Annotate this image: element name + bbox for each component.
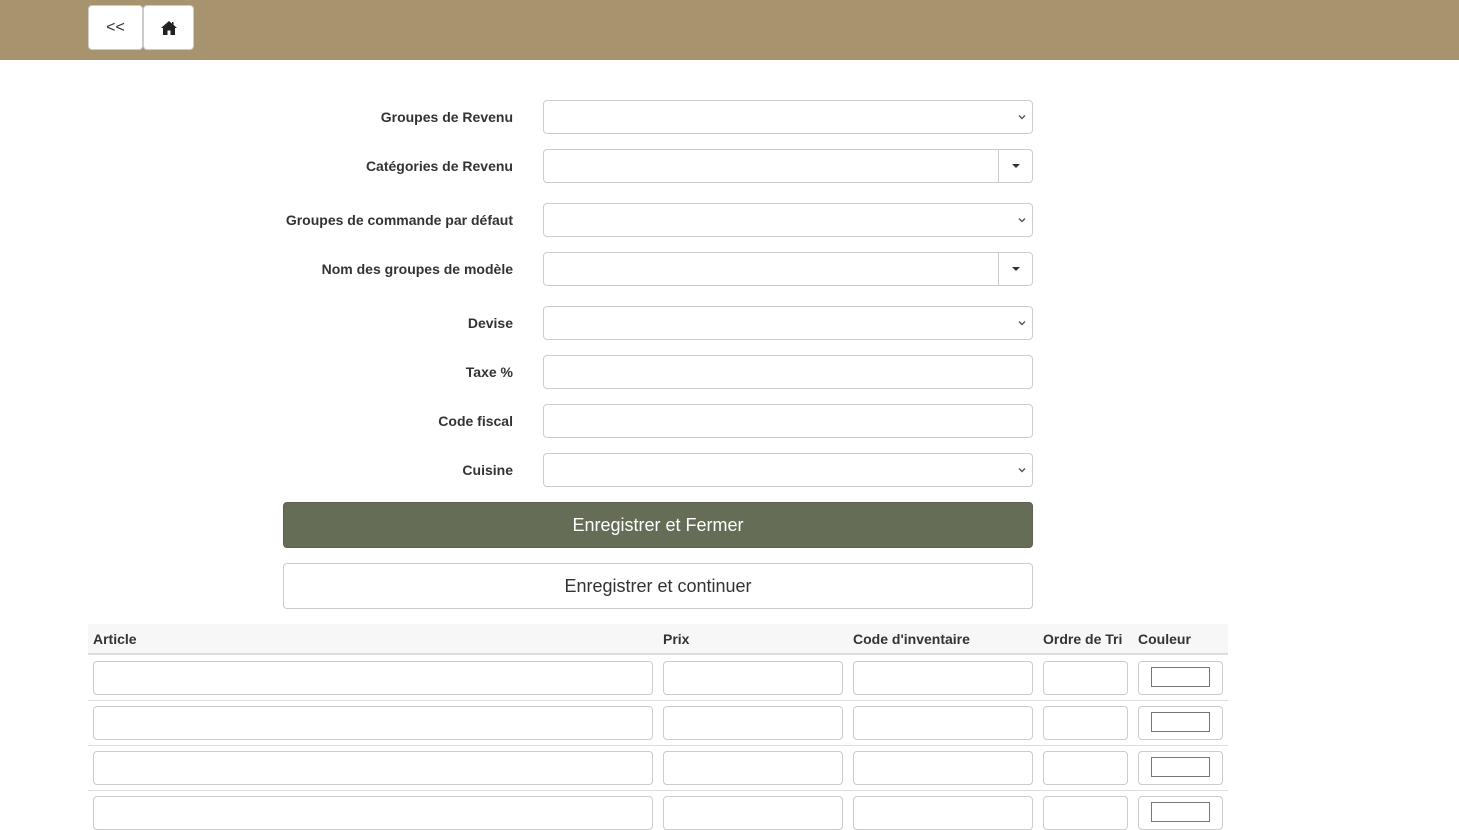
table-row [88, 746, 1228, 791]
field-label: Groupes de commande par défaut [285, 212, 513, 228]
code-inventaire-input[interactable] [853, 796, 1033, 830]
home-icon [160, 20, 177, 35]
table-row [88, 791, 1228, 830]
form-row-code-fiscal: Code fiscal [0, 404, 1459, 438]
prix-input[interactable] [663, 751, 843, 785]
color-swatch [1151, 802, 1210, 822]
color-picker[interactable] [1138, 796, 1223, 830]
column-header-ordre-tri: Ordre de Tri [1043, 631, 1123, 647]
field-label: Catégories de Revenu [365, 158, 513, 174]
field-label: Devise [467, 315, 513, 331]
ordre-tri-input[interactable] [1043, 661, 1128, 695]
save-and-continue-button[interactable]: Enregistrer et continuer [283, 563, 1033, 609]
table-row [88, 701, 1228, 746]
field-label: Cuisine [462, 462, 513, 478]
top-header-bar [0, 0, 1459, 60]
article-input[interactable] [93, 751, 653, 785]
nom-groupes-modele-dropdown[interactable] [543, 252, 1033, 286]
chevron-down-icon [1018, 115, 1026, 120]
form-row-groupes-revenu: Groupes de Revenu [0, 100, 1459, 134]
column-header-couleur: Couleur [1138, 631, 1191, 647]
chevron-down-icon [1018, 218, 1026, 223]
code-inventaire-input[interactable] [853, 706, 1033, 740]
table-row [88, 656, 1228, 701]
article-input[interactable] [93, 706, 653, 740]
field-label: Groupes de Revenu [380, 109, 513, 125]
cuisine-select[interactable] [543, 453, 1033, 487]
chevron-down-icon [1018, 321, 1026, 326]
code-fiscal-input[interactable] [543, 404, 1033, 438]
form-row-groupes-commande: Groupes de commande par défaut [0, 203, 1459, 237]
ordre-tri-input[interactable] [1043, 751, 1128, 785]
color-picker[interactable] [1138, 751, 1223, 785]
form-row-devise: Devise [0, 306, 1459, 340]
column-header-code-inventaire: Code d'inventaire [853, 631, 970, 647]
prix-input[interactable] [663, 796, 843, 830]
groupes-commande-select[interactable] [543, 203, 1033, 237]
color-picker[interactable] [1138, 661, 1223, 695]
dropdown-toggle[interactable] [998, 150, 1032, 182]
form-row-taxe: Taxe % [0, 355, 1459, 389]
ordre-tri-input[interactable] [1043, 706, 1128, 740]
home-button[interactable] [143, 5, 194, 50]
field-label: Code fiscal [438, 413, 513, 429]
devise-select[interactable] [543, 306, 1033, 340]
categories-revenu-dropdown[interactable] [543, 149, 1033, 183]
article-input[interactable] [93, 796, 653, 830]
caret-down-icon [1011, 164, 1020, 168]
color-picker[interactable] [1138, 706, 1223, 740]
column-header-article: Article [93, 631, 137, 647]
column-header-prix: Prix [663, 631, 690, 647]
code-inventaire-input[interactable] [853, 751, 1033, 785]
chevron-down-icon [1018, 468, 1026, 473]
field-label: Nom des groupes de modèle [321, 261, 513, 277]
form-row-cuisine: Cuisine [0, 453, 1459, 487]
dropdown-toggle[interactable] [998, 253, 1032, 285]
groupes-revenu-select[interactable] [543, 100, 1033, 134]
color-swatch [1151, 757, 1210, 777]
taxe-input[interactable] [543, 355, 1033, 389]
items-table-header: Article Prix Code d'inventaire Ordre de … [88, 624, 1228, 655]
back-button[interactable]: << [88, 5, 143, 50]
article-input[interactable] [93, 661, 653, 695]
color-swatch [1151, 667, 1210, 687]
form-row-categories-revenu: Catégories de Revenu [0, 149, 1459, 183]
field-label: Taxe % [465, 364, 513, 380]
color-swatch [1151, 712, 1210, 732]
prix-input[interactable] [663, 661, 843, 695]
prix-input[interactable] [663, 706, 843, 740]
form-row-nom-groupes-modele: Nom des groupes de modèle [0, 252, 1459, 286]
ordre-tri-input[interactable] [1043, 796, 1128, 830]
caret-down-icon [1011, 267, 1020, 271]
save-and-close-button[interactable]: Enregistrer et Fermer [283, 502, 1033, 548]
code-inventaire-input[interactable] [853, 661, 1033, 695]
